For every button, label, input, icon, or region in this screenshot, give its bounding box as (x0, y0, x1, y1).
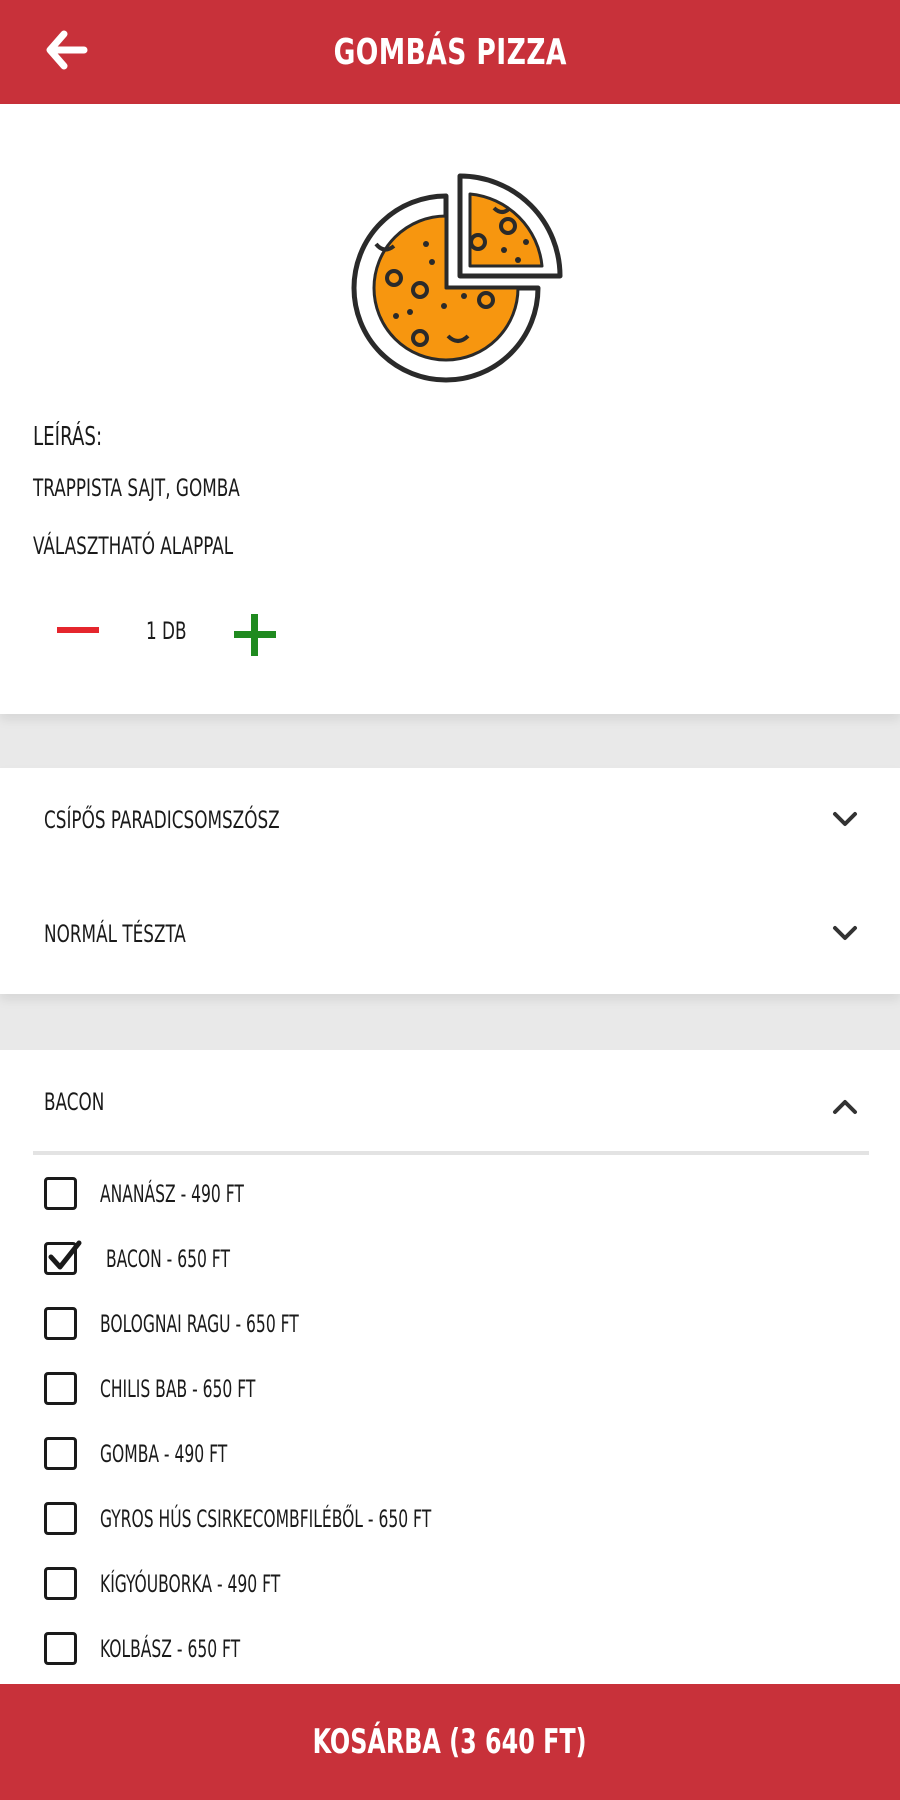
checkbox-checked[interactable] (44, 1240, 82, 1275)
checkbox[interactable] (44, 1177, 77, 1210)
add-to-cart-button[interactable]: KOSÁRBA (3 640 FT) (0, 1684, 900, 1800)
extra-item-label: KÍGYÓUBORKA - 490 FT (100, 1570, 281, 1598)
checkbox[interactable] (44, 1502, 77, 1535)
app-header: GOMBÁS PIZZA (0, 0, 900, 104)
description-text: TRAPPISTA SAJT, GOMBA (33, 474, 240, 502)
extra-item[interactable]: GYROS HÚS CSIRKECOMBFILÉBŐL - 650 FT (0, 1489, 900, 1549)
chevron-down-icon (830, 918, 860, 948)
extra-item-label: GYROS HÚS CSIRKECOMBFILÉBŐL - 650 FT (100, 1505, 432, 1533)
extra-item[interactable]: BACON - 650 FT (0, 1229, 900, 1289)
extra-item-label: KOLBÁSZ - 650 FT (100, 1635, 241, 1663)
chevron-down-icon (830, 804, 860, 834)
dough-select[interactable]: NORMÁL TÉSZTA (0, 888, 900, 978)
checkbox[interactable] (44, 1307, 77, 1340)
extra-item[interactable]: ANANÁSZ - 490 FT (0, 1164, 900, 1224)
extra-item[interactable]: GOMBA - 490 FT (0, 1424, 900, 1484)
pizza-icon (336, 166, 566, 396)
arrow-left-icon (44, 30, 88, 74)
extra-item-label: BACON - 650 FT (106, 1245, 230, 1273)
chevron-up-icon (830, 1092, 860, 1122)
extra-item-label: BOLOGNAI RAGU - 650 FT (100, 1310, 299, 1338)
sauce-select[interactable]: CSÍPŐS PARADICSOMSZÓSZ (0, 774, 900, 864)
quantity-value: 1 DB (146, 617, 187, 645)
checkbox[interactable] (44, 1437, 77, 1470)
back-button[interactable] (38, 26, 94, 78)
extra-item-label: GOMBA - 490 FT (100, 1440, 228, 1468)
divider (33, 1151, 869, 1155)
product-card: LEÍRÁS: TRAPPISTA SAJT, GOMBA VÁLASZTHAT… (0, 104, 900, 714)
checkmark-icon (48, 1240, 82, 1270)
checkbox[interactable] (44, 1632, 77, 1665)
description-label: LEÍRÁS: (33, 422, 103, 452)
extras-card: BACON ANANÁSZ - 490 FT BACON - 650 FT BOLO… (0, 1050, 900, 1684)
sauce-select-label: CSÍPŐS PARADICSOMSZÓSZ (44, 806, 280, 834)
extra-item[interactable]: KÍGYÓUBORKA - 490 FT (0, 1554, 900, 1614)
minus-icon[interactable] (52, 604, 104, 656)
checkbox[interactable] (44, 1567, 77, 1600)
dough-select-label: NORMÁL TÉSZTA (44, 920, 186, 948)
extras-select-label: BACON (44, 1088, 105, 1116)
extra-item[interactable]: CHILIS BAB - 650 FT (0, 1359, 900, 1419)
add-to-cart-label: KOSÁRBA (3 640 FT) (313, 1722, 587, 1762)
plus-icon[interactable] (230, 610, 280, 660)
extra-item-label: ANANÁSZ - 490 FT (100, 1180, 244, 1208)
checkbox[interactable] (44, 1372, 77, 1405)
options-card: CSÍPŐS PARADICSOMSZÓSZ NORMÁL TÉSZTA (0, 768, 900, 994)
extras-select[interactable]: BACON (0, 1050, 900, 1150)
extra-item[interactable]: BOLOGNAI RAGU - 650 FT (0, 1294, 900, 1354)
extra-item-label: CHILIS BAB - 650 FT (100, 1375, 256, 1403)
page-title: GOMBÁS PIZZA (333, 31, 567, 73)
extra-item[interactable]: KOLBÁSZ - 650 FT (0, 1619, 900, 1679)
base-note: VÁLASZTHATÓ ALAPPAL (33, 532, 234, 560)
